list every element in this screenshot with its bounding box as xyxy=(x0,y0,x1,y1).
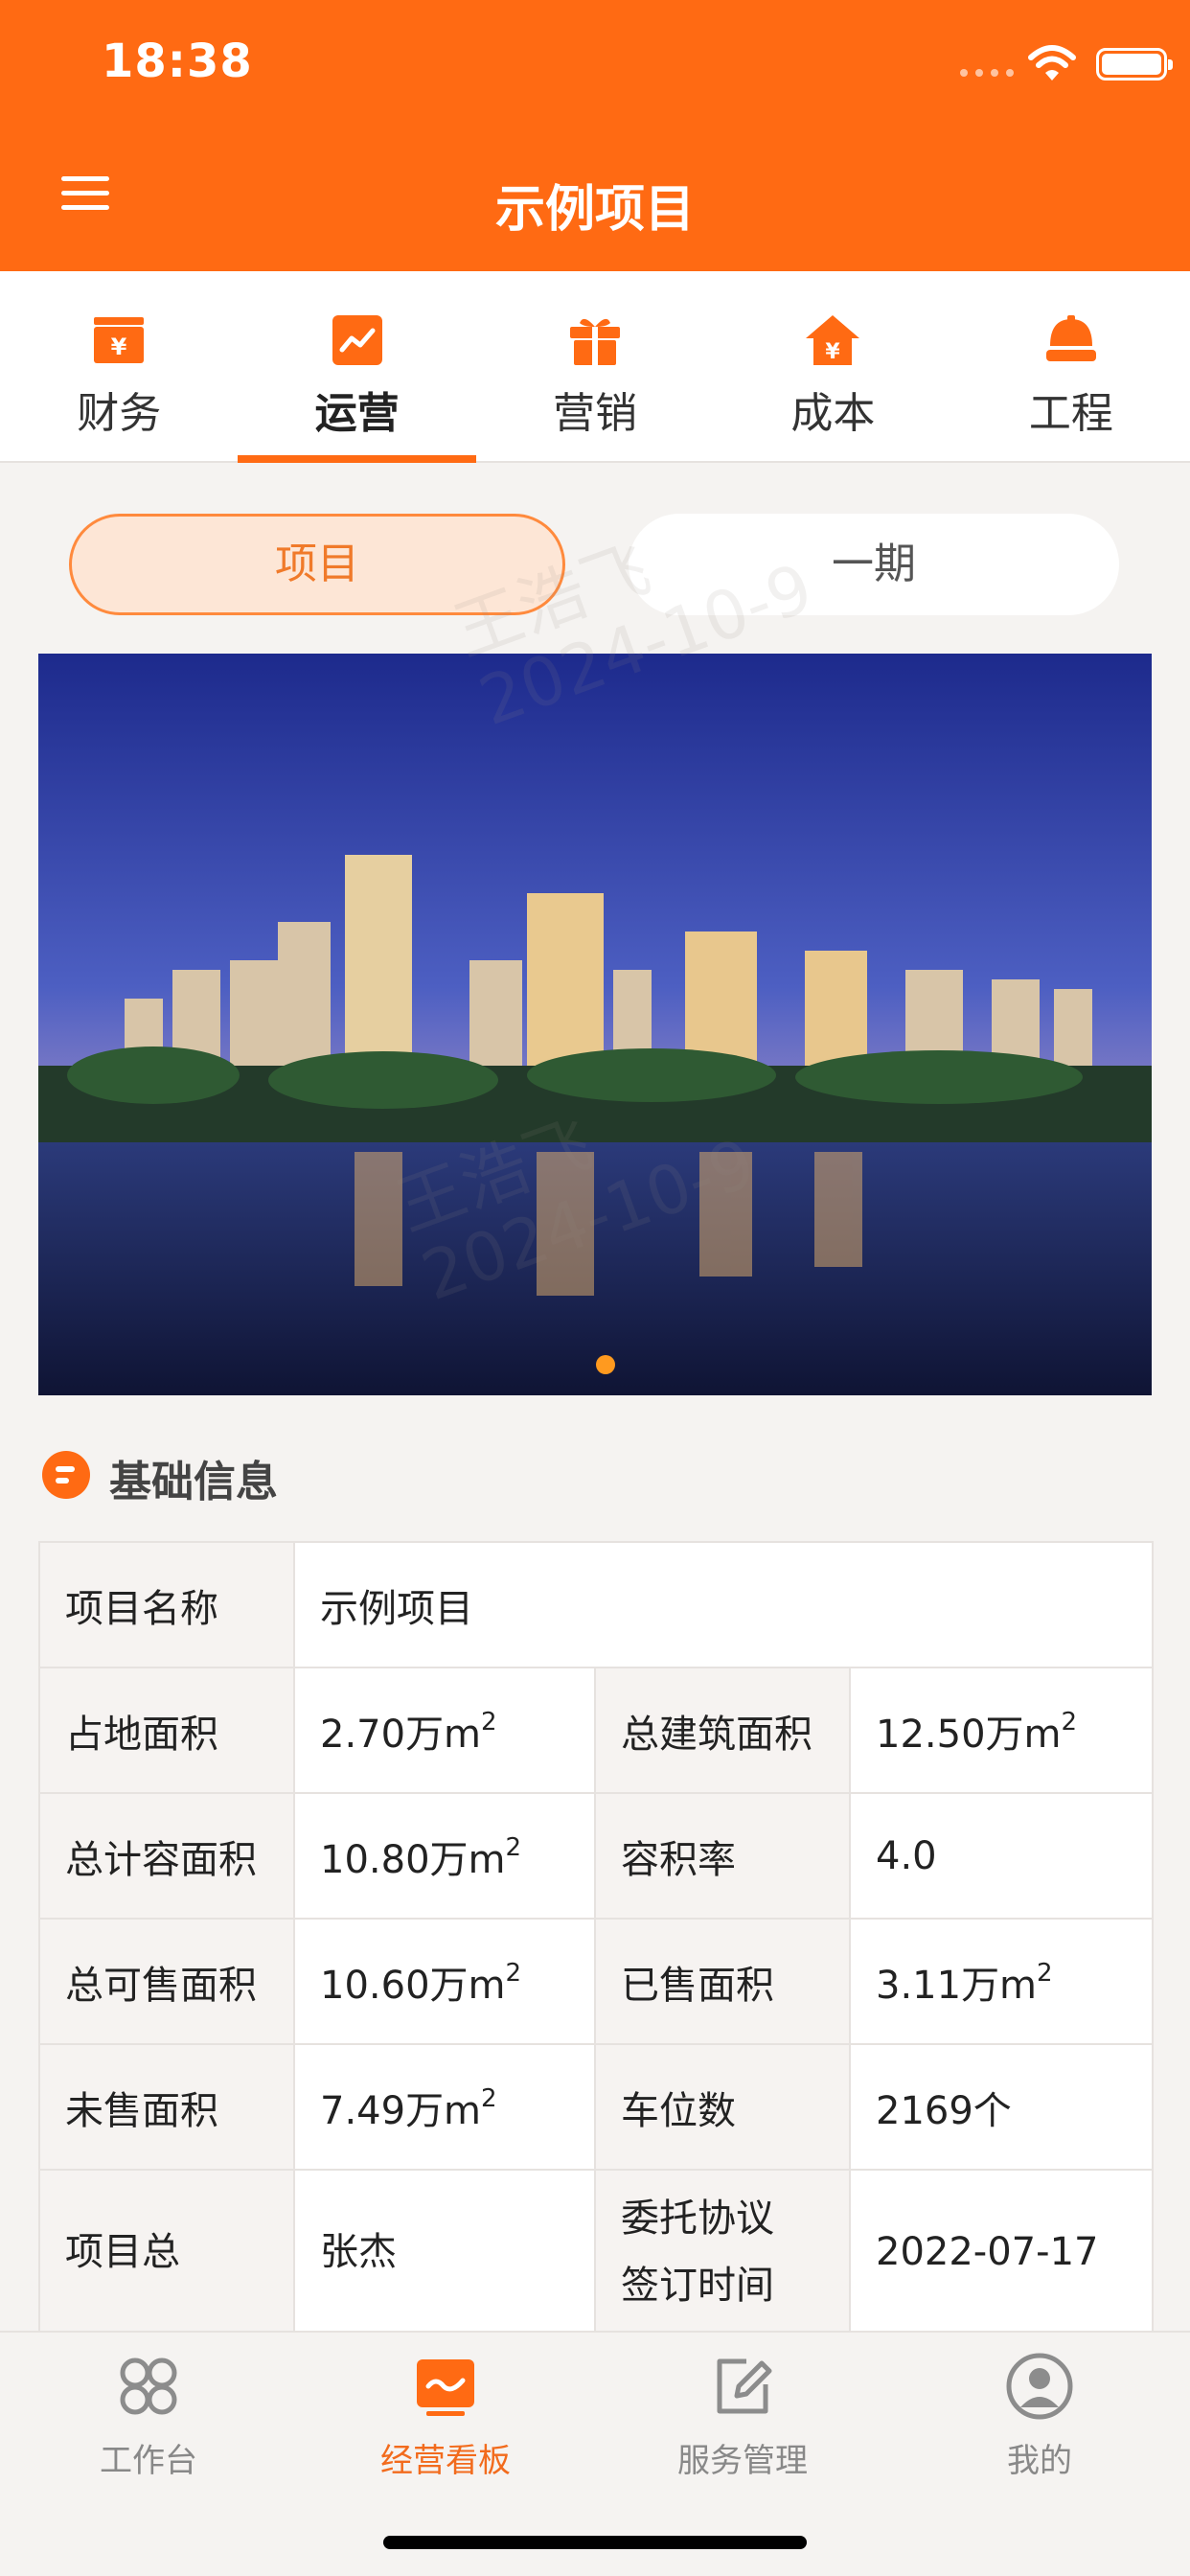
unit-exponent: 2 xyxy=(505,1832,522,1862)
cell-key: 总可售面积 xyxy=(38,1918,295,2045)
unit-exponent: 2 xyxy=(481,1707,497,1736)
unit-exponent: 2 xyxy=(481,2083,497,2113)
nav-label: 服务管理 xyxy=(677,2442,808,2480)
key-line: 委托协议 xyxy=(621,2196,774,2241)
tab-label: 营销 xyxy=(553,389,638,438)
signal-icon xyxy=(960,69,1014,77)
app-header: 18:38 示例项目 xyxy=(0,0,1190,271)
tab-label: 工程 xyxy=(1028,389,1113,438)
page-title: 示例项目 xyxy=(494,181,695,239)
battery-icon xyxy=(1096,48,1173,80)
tab-marketing[interactable]: 营销 xyxy=(476,271,714,461)
cell-value: 10.80万m2 xyxy=(293,1792,596,1920)
unit-exponent: 2 xyxy=(505,1958,522,1988)
tab-label: 财务 xyxy=(77,389,162,438)
cell-value: 2169个 xyxy=(848,2043,1155,2171)
cell-value: 2.70万m2 xyxy=(293,1667,596,1794)
segment-project[interactable]: 项目 xyxy=(69,514,565,615)
engineering-helmet-icon xyxy=(1045,315,1096,361)
operations-icon xyxy=(332,315,382,365)
cell-key: 总计容面积 xyxy=(38,1792,295,1920)
cell-value: 12.50万m2 xyxy=(848,1667,1155,1794)
value-text: 3.11万m xyxy=(876,1963,1038,2008)
nav-label: 工作台 xyxy=(100,2442,197,2480)
table-row: 总计容面积 10.80万m2 容积率 4.0 xyxy=(38,1792,1155,1920)
active-tab-underline xyxy=(238,455,476,463)
cell-key: 总建筑面积 xyxy=(594,1667,851,1794)
tab-label: 运营 xyxy=(314,389,400,438)
value-text: 10.60万m xyxy=(320,1963,506,2008)
tab-cost[interactable]: ¥ 成本 xyxy=(714,271,951,461)
marketing-gift-icon xyxy=(570,318,621,365)
nav-label: 我的 xyxy=(1007,2442,1072,2480)
workbench-icon xyxy=(120,2358,177,2415)
cell-key: 占地面积 xyxy=(38,1667,295,1794)
status-indicators xyxy=(922,44,1190,82)
basic-info-table: 项目名称 示例项目 占地面积 2.70万m2 总建筑面积 12.50万m2 总计… xyxy=(38,1541,1155,2335)
cell-key: 委托协议 签订时间 xyxy=(594,2169,851,2335)
segment-phase-one[interactable]: 一期 xyxy=(629,514,1119,615)
nav-label: 经营看板 xyxy=(380,2442,511,2480)
section-title: 基础信息 xyxy=(109,1458,278,1506)
cell-value: 张杰 xyxy=(293,2169,596,2335)
cell-key: 车位数 xyxy=(594,2043,851,2171)
tab-finance[interactable]: ¥ 财务 xyxy=(0,271,238,461)
value-text: 7.49万m xyxy=(320,2088,482,2133)
table-row: 项目总 张杰 委托协议签订时间 2022-07-17 xyxy=(38,2169,1155,2335)
cell-value: 7.49万m2 xyxy=(293,2043,596,2171)
tab-operations[interactable]: 运营 xyxy=(238,271,476,463)
home-indicator[interactable] xyxy=(383,2536,807,2549)
cell-key: 项目总 xyxy=(38,2169,295,2335)
unit-exponent: 2 xyxy=(1061,1707,1078,1736)
category-tabs: ¥ 财务 运营 营销 ¥ 成本 工程 xyxy=(0,271,1190,463)
cell-value: 3.11万m2 xyxy=(848,1918,1155,2045)
table-row: 占地面积 2.70万m2 总建筑面积 12.50万m2 xyxy=(38,1667,1155,1794)
profile-icon xyxy=(1006,2353,1073,2420)
status-time: 18:38 xyxy=(102,34,253,88)
cell-value: 示例项目 xyxy=(292,1541,1155,1668)
nav-profile[interactable]: 我的 xyxy=(891,2333,1188,2524)
nav-service[interactable]: 服务管理 xyxy=(594,2333,891,2524)
table-row: 未售面积 7.49万m2 车位数 2169个 xyxy=(38,2043,1155,2171)
cell-value: 10.60万m2 xyxy=(293,1918,596,2045)
nav-workbench[interactable]: 工作台 xyxy=(0,2333,297,2524)
info-section-icon xyxy=(42,1451,90,1499)
carousel-indicator-dot[interactable] xyxy=(596,1355,615,1374)
cell-value: 2022-07-17 xyxy=(848,2169,1155,2335)
cell-key: 已售面积 xyxy=(594,1918,851,2045)
nav-dashboard[interactable]: 经营看板 xyxy=(297,2333,594,2524)
tab-engineering[interactable]: 工程 xyxy=(952,271,1190,461)
table-row: 项目名称 示例项目 xyxy=(38,1541,1155,1668)
cell-key: 未售面积 xyxy=(38,2043,295,2171)
cell-value: 4.0 xyxy=(848,1792,1155,1920)
svg-text:¥: ¥ xyxy=(111,334,127,360)
wifi-icon xyxy=(1028,45,1076,80)
key-line: 签订时间 xyxy=(621,2264,774,2308)
svg-text:¥: ¥ xyxy=(826,340,841,364)
cost-house-icon: ¥ xyxy=(806,315,860,365)
dashboard-icon xyxy=(417,2359,474,2416)
unit-exponent: 2 xyxy=(1037,1958,1053,1988)
cell-key: 容积率 xyxy=(594,1792,851,1920)
cell-key: 项目名称 xyxy=(38,1541,295,1668)
finance-icon: ¥ xyxy=(94,317,145,363)
value-text: 2.70万m xyxy=(320,1712,482,1757)
table-row: 总可售面积 10.60万m2 已售面积 3.11万m2 xyxy=(38,1918,1155,2045)
tab-label: 成本 xyxy=(790,389,876,438)
banner-illustration xyxy=(38,654,1152,1395)
value-text: 12.50万m xyxy=(876,1712,1062,1757)
edit-service-icon xyxy=(717,2358,772,2414)
project-banner-image[interactable] xyxy=(38,654,1152,1395)
value-text: 10.80万m xyxy=(320,1837,506,1882)
